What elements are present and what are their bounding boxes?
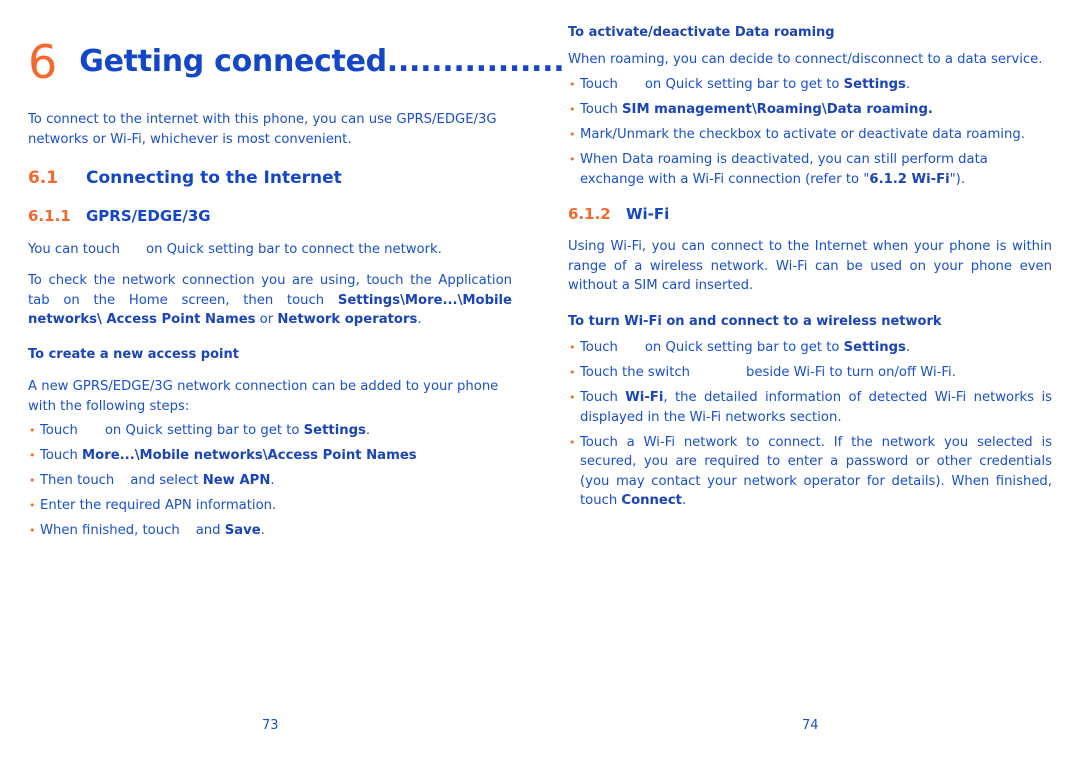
bold-text: Save xyxy=(224,523,261,538)
list-item: • Touch More...\Mobile networks\Access Po… xyxy=(28,446,512,466)
chapter-title: Getting connected................ xyxy=(79,44,565,79)
subsection-heading: 6.1.1 GPRS/EDGE/3G xyxy=(28,207,512,225)
text: Touch xyxy=(580,340,618,355)
create-access-point-heading: To create a new access point xyxy=(28,347,239,362)
list-item: • When finished, touch and Save. xyxy=(28,521,512,541)
bullet-icon: • xyxy=(569,103,576,116)
bold-text: Wi-Fi xyxy=(625,390,664,405)
list-item: • Then touch and select New APN. xyxy=(28,471,512,491)
check-network-paragraph: To check the network connection you are … xyxy=(28,271,512,330)
wifi-connect-heading: To turn Wi-Fi on and connect to a wirele… xyxy=(568,314,942,329)
list-item: • When Data roaming is deactivated, you c… xyxy=(568,150,1052,189)
text: . xyxy=(365,423,371,438)
text: on Quick setting bar to get to xyxy=(644,340,844,355)
subsection-title: Wi-Fi xyxy=(626,205,670,223)
list-item: • Enter the required APN information. xyxy=(28,496,512,516)
bold-text: New APN xyxy=(202,473,271,488)
text: on Quick setting bar to get to xyxy=(104,423,304,438)
text: Mark/Unmark the checkbox to activate or … xyxy=(580,127,1025,142)
network-operators: Network operators xyxy=(277,312,418,327)
roaming-steps-list: • Touch on Quick setting bar to get to Set… xyxy=(568,75,1052,189)
subsection-number: 6.1.2 xyxy=(568,205,611,223)
text: Then touch xyxy=(40,473,115,488)
create-steps-list: • Touch on Quick setting bar to get to Set… xyxy=(28,421,512,541)
list-item: • Touch on Quick setting bar to get to Set… xyxy=(28,421,512,441)
text: or xyxy=(255,312,278,327)
list-item: • Touch SIM management\Roaming\Data roami… xyxy=(568,100,1052,120)
text: You can touch xyxy=(28,242,121,257)
list-item: • Touch on Quick setting bar to get to Set… xyxy=(568,338,1052,358)
list-item: • Touch a Wi-Fi network to connect. If th… xyxy=(568,433,1052,511)
data-roaming-heading: To activate/deactivate Data roaming xyxy=(568,25,835,40)
wifi-subsection-heading: 6.1.2 Wi-Fi xyxy=(568,205,1052,223)
chapter-heading: 6 Getting connected................ xyxy=(28,34,565,90)
bullet-icon: • xyxy=(569,391,576,404)
text: on Quick setting bar to get to xyxy=(644,77,844,92)
bold-text: Settings xyxy=(843,77,906,92)
text: . xyxy=(682,493,687,508)
wifi-steps-list: • Touch on Quick setting bar to get to Set… xyxy=(568,338,1052,511)
subsection-number: 6.1.1 xyxy=(28,207,71,225)
chapter-number: 6 xyxy=(28,35,58,89)
bold-text: Settings xyxy=(843,340,906,355)
text: . xyxy=(417,312,422,327)
text: Touch xyxy=(40,448,83,463)
bullet-icon: • xyxy=(569,153,576,166)
bullet-icon: • xyxy=(569,128,576,141)
list-item: • Touch on Quick setting bar to get to Set… xyxy=(568,75,1052,95)
bullet-icon: • xyxy=(29,524,36,537)
text: Touch xyxy=(40,423,78,438)
list-item: • Touch the switch beside Wi-Fi to turn on… xyxy=(568,363,1052,383)
bullet-icon: • xyxy=(569,435,576,449)
subsection-title: GPRS/EDGE/3G xyxy=(86,207,211,225)
section-heading: 6.1 Connecting to the Internet xyxy=(28,168,512,188)
bold-text: More...\Mobile networks\Access Point Nam… xyxy=(82,448,417,463)
text: Touch the switch xyxy=(580,365,690,380)
section-number: 6.1 xyxy=(28,168,59,188)
bullet-icon: • xyxy=(29,499,36,512)
text: . xyxy=(905,340,911,355)
text: Touch xyxy=(580,77,618,92)
text: Touch xyxy=(580,390,626,405)
text: . xyxy=(905,77,911,92)
text: . xyxy=(260,523,265,538)
touch-network-paragraph: You can touch on Quick setting bar to con… xyxy=(28,240,512,260)
create-intro: A new GPRS/EDGE/3G network connection ca… xyxy=(28,379,499,414)
page-number: 73 xyxy=(262,718,279,733)
wifi-intro: Using Wi-Fi, you can connect to the Inte… xyxy=(568,239,1052,293)
text: beside Wi-Fi to turn on/off Wi-Fi. xyxy=(745,365,956,380)
bullet-icon: • xyxy=(29,424,36,437)
bullet-icon: • xyxy=(29,474,36,487)
list-item: • Mark/Unmark the checkbox to activate or… xyxy=(568,125,1052,145)
text: "). xyxy=(949,171,966,187)
text: and select xyxy=(130,473,203,488)
bullet-icon: • xyxy=(569,341,576,354)
text: Touch xyxy=(580,102,623,117)
intro-paragraph: To connect to the internet with this pho… xyxy=(28,112,497,147)
roaming-intro: When roaming, you can decide to connect/… xyxy=(568,52,1043,67)
section-title: Connecting to the Internet xyxy=(86,168,342,188)
bullet-icon: • xyxy=(569,78,576,91)
list-item: • Touch Wi-Fi, the detailed information o… xyxy=(568,388,1052,427)
text: When finished, touch xyxy=(40,523,180,538)
bold-text: SIM management\Roaming\Data roaming. xyxy=(622,102,933,117)
text: on Quick setting bar to connect the netw… xyxy=(146,242,442,257)
page-number: 74 xyxy=(802,718,819,733)
bold-text: Connect xyxy=(621,493,682,508)
text: and xyxy=(195,523,225,538)
bullet-icon: • xyxy=(29,449,36,462)
bold-text: Settings xyxy=(303,423,366,438)
text: . xyxy=(270,473,275,488)
bullet-icon: • xyxy=(569,366,576,379)
text: Enter the required APN information. xyxy=(40,498,277,513)
bold-text: 6.1.2 Wi-Fi xyxy=(869,171,950,187)
